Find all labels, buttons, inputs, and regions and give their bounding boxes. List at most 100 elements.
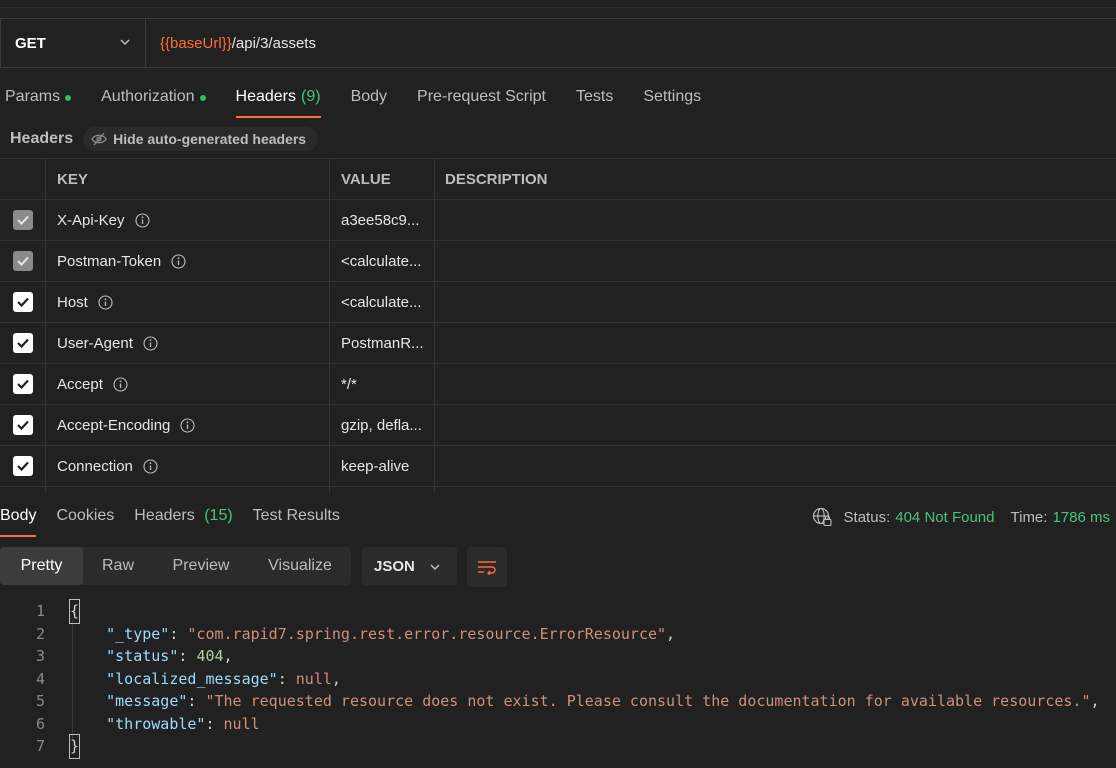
json-null-value: null [223, 714, 260, 733]
info-icon[interactable] [143, 458, 158, 474]
header-value[interactable]: */* [330, 364, 435, 404]
tab-settings[interactable]: Settings [643, 88, 701, 118]
response-headers-count: (15) [204, 507, 233, 524]
info-icon[interactable] [171, 253, 186, 269]
row-checkbox[interactable] [12, 210, 33, 230]
wrap-lines-button[interactable] [467, 547, 507, 587]
tab-tests[interactable]: Tests [576, 88, 613, 118]
response-status-area: Status: 404 Not Found Time: 1786 ms [812, 507, 1110, 527]
view-visualize[interactable]: Visualize [249, 547, 351, 585]
row-checkbox[interactable] [12, 374, 33, 394]
view-raw[interactable]: Raw [83, 547, 153, 585]
response-tabs: Body Cookies Headers (15) Test Results [0, 507, 360, 537]
json-key: "localized_message" [106, 669, 278, 688]
json-key: "status" [106, 647, 179, 665]
header-description[interactable] [435, 241, 1116, 281]
column-header-description: DESCRIPTION [445, 170, 548, 188]
status-value[interactable]: 404 Not Found [895, 509, 994, 526]
chevron-down-icon [430, 564, 440, 571]
method-select[interactable]: GET [1, 19, 146, 67]
info-icon[interactable] [180, 417, 195, 433]
header-description[interactable] [435, 405, 1116, 445]
header-key: X-Api-Key [57, 211, 125, 229]
column-header-key: KEY [46, 159, 330, 199]
time-value[interactable]: 1786 ms [1052, 509, 1110, 526]
tab-pre-request-script[interactable]: Pre-request Script [417, 88, 546, 118]
row-checkbox[interactable] [12, 456, 33, 476]
headers-table: KEY VALUE DESCRIPTION X-Api-Key a3ee58c9… [0, 158, 1116, 494]
code-line: 6 "throwable": null [0, 713, 1116, 736]
check-icon [16, 297, 29, 308]
tab-test-results[interactable]: Test Results [253, 507, 340, 537]
info-icon[interactable] [134, 212, 150, 228]
wrap-lines-icon [478, 561, 496, 575]
header-value[interactable]: a3ee58c9... [330, 200, 435, 240]
headers-count: (9) [301, 88, 321, 105]
header-description[interactable] [435, 364, 1116, 404]
chevron-down-icon [120, 39, 130, 46]
url-variable: {{baseUrl}} [160, 34, 232, 52]
response-view-selector: Pretty Raw Preview Visualize [0, 547, 351, 585]
top-divider [0, 7, 1116, 8]
row-checkbox[interactable] [12, 333, 33, 353]
headers-section-bar: Headers Hide auto-generated headers [10, 127, 319, 151]
tab-params[interactable]: Params [5, 88, 72, 118]
tab-response-body[interactable]: Body [0, 507, 37, 537]
code-line: 1 { [0, 599, 1116, 624]
eye-off-icon [91, 132, 107, 146]
close-brace: } [68, 734, 81, 759]
tab-response-headers[interactable]: Headers (15) [134, 507, 232, 537]
json-string-value: "com.rapid7.spring.rest.error.resource.E… [187, 624, 667, 643]
tab-response-cookies[interactable]: Cookies [56, 507, 114, 537]
table-row: Accept */* [0, 364, 1116, 405]
request-tabs: Params Authorization Headers (9) Body Pre… [5, 88, 731, 118]
header-value[interactable]: keep-alive [330, 446, 435, 486]
table-row: Connection keep-alive [0, 446, 1116, 487]
row-checkbox[interactable] [12, 292, 33, 312]
header-description[interactable] [435, 323, 1116, 363]
header-key: Postman-Token [57, 252, 162, 270]
header-value[interactable]: PostmanR... [330, 323, 435, 363]
format-label: JSON [374, 557, 415, 575]
table-row-partial [0, 487, 1116, 494]
request-url-bar: GET {{baseUrl}}/api/3/assets [0, 18, 1116, 68]
header-description[interactable] [435, 200, 1116, 240]
json-null-value: null [295, 669, 332, 688]
table-row: X-Api-Key a3ee58c9... [0, 200, 1116, 241]
header-value[interactable]: gzip, defla... [330, 405, 435, 445]
status-label: Status: [843, 508, 891, 526]
header-key: Connection [57, 457, 133, 475]
column-header-value: VALUE [330, 159, 435, 199]
format-select[interactable]: JSON [362, 547, 457, 585]
url-input[interactable]: {{baseUrl}}/api/3/assets [146, 19, 316, 67]
view-pretty[interactable]: Pretty [0, 547, 83, 585]
header-key: Accept [57, 375, 103, 393]
response-body-code[interactable]: 1 { 2 "_type": "com.rapid7.spring.rest.e… [0, 599, 1116, 759]
row-checkbox[interactable] [12, 415, 33, 435]
code-line: 5 "message": "The requested resource doe… [0, 690, 1116, 713]
row-checkbox[interactable] [12, 251, 33, 271]
info-icon[interactable] [143, 335, 158, 351]
line-number: 2 [35, 624, 45, 643]
header-value[interactable]: <calculate... [330, 282, 435, 322]
line-number: 1 [35, 602, 45, 620]
tab-authorization[interactable]: Authorization [101, 88, 206, 118]
info-icon[interactable] [113, 376, 128, 392]
header-description[interactable] [435, 282, 1116, 322]
tab-body[interactable]: Body [351, 88, 387, 118]
check-icon [16, 256, 29, 266]
globe-lock-icon[interactable] [812, 507, 832, 527]
view-preview[interactable]: Preview [153, 547, 249, 585]
check-icon [16, 338, 29, 349]
code-line: 3 "status": 404, [0, 645, 1116, 668]
header-value[interactable]: <calculate... [330, 241, 435, 281]
check-icon [16, 461, 29, 472]
code-line: 4 "localized_message": null, [0, 668, 1116, 691]
info-icon[interactable] [98, 294, 113, 310]
header-description[interactable] [435, 446, 1116, 486]
hide-auto-headers-button[interactable]: Hide auto-generated headers [83, 127, 319, 151]
json-key: "throwable" [106, 714, 206, 733]
check-icon [16, 420, 29, 431]
tab-headers[interactable]: Headers (9) [235, 88, 321, 118]
table-header-row: KEY VALUE DESCRIPTION [0, 158, 1116, 200]
